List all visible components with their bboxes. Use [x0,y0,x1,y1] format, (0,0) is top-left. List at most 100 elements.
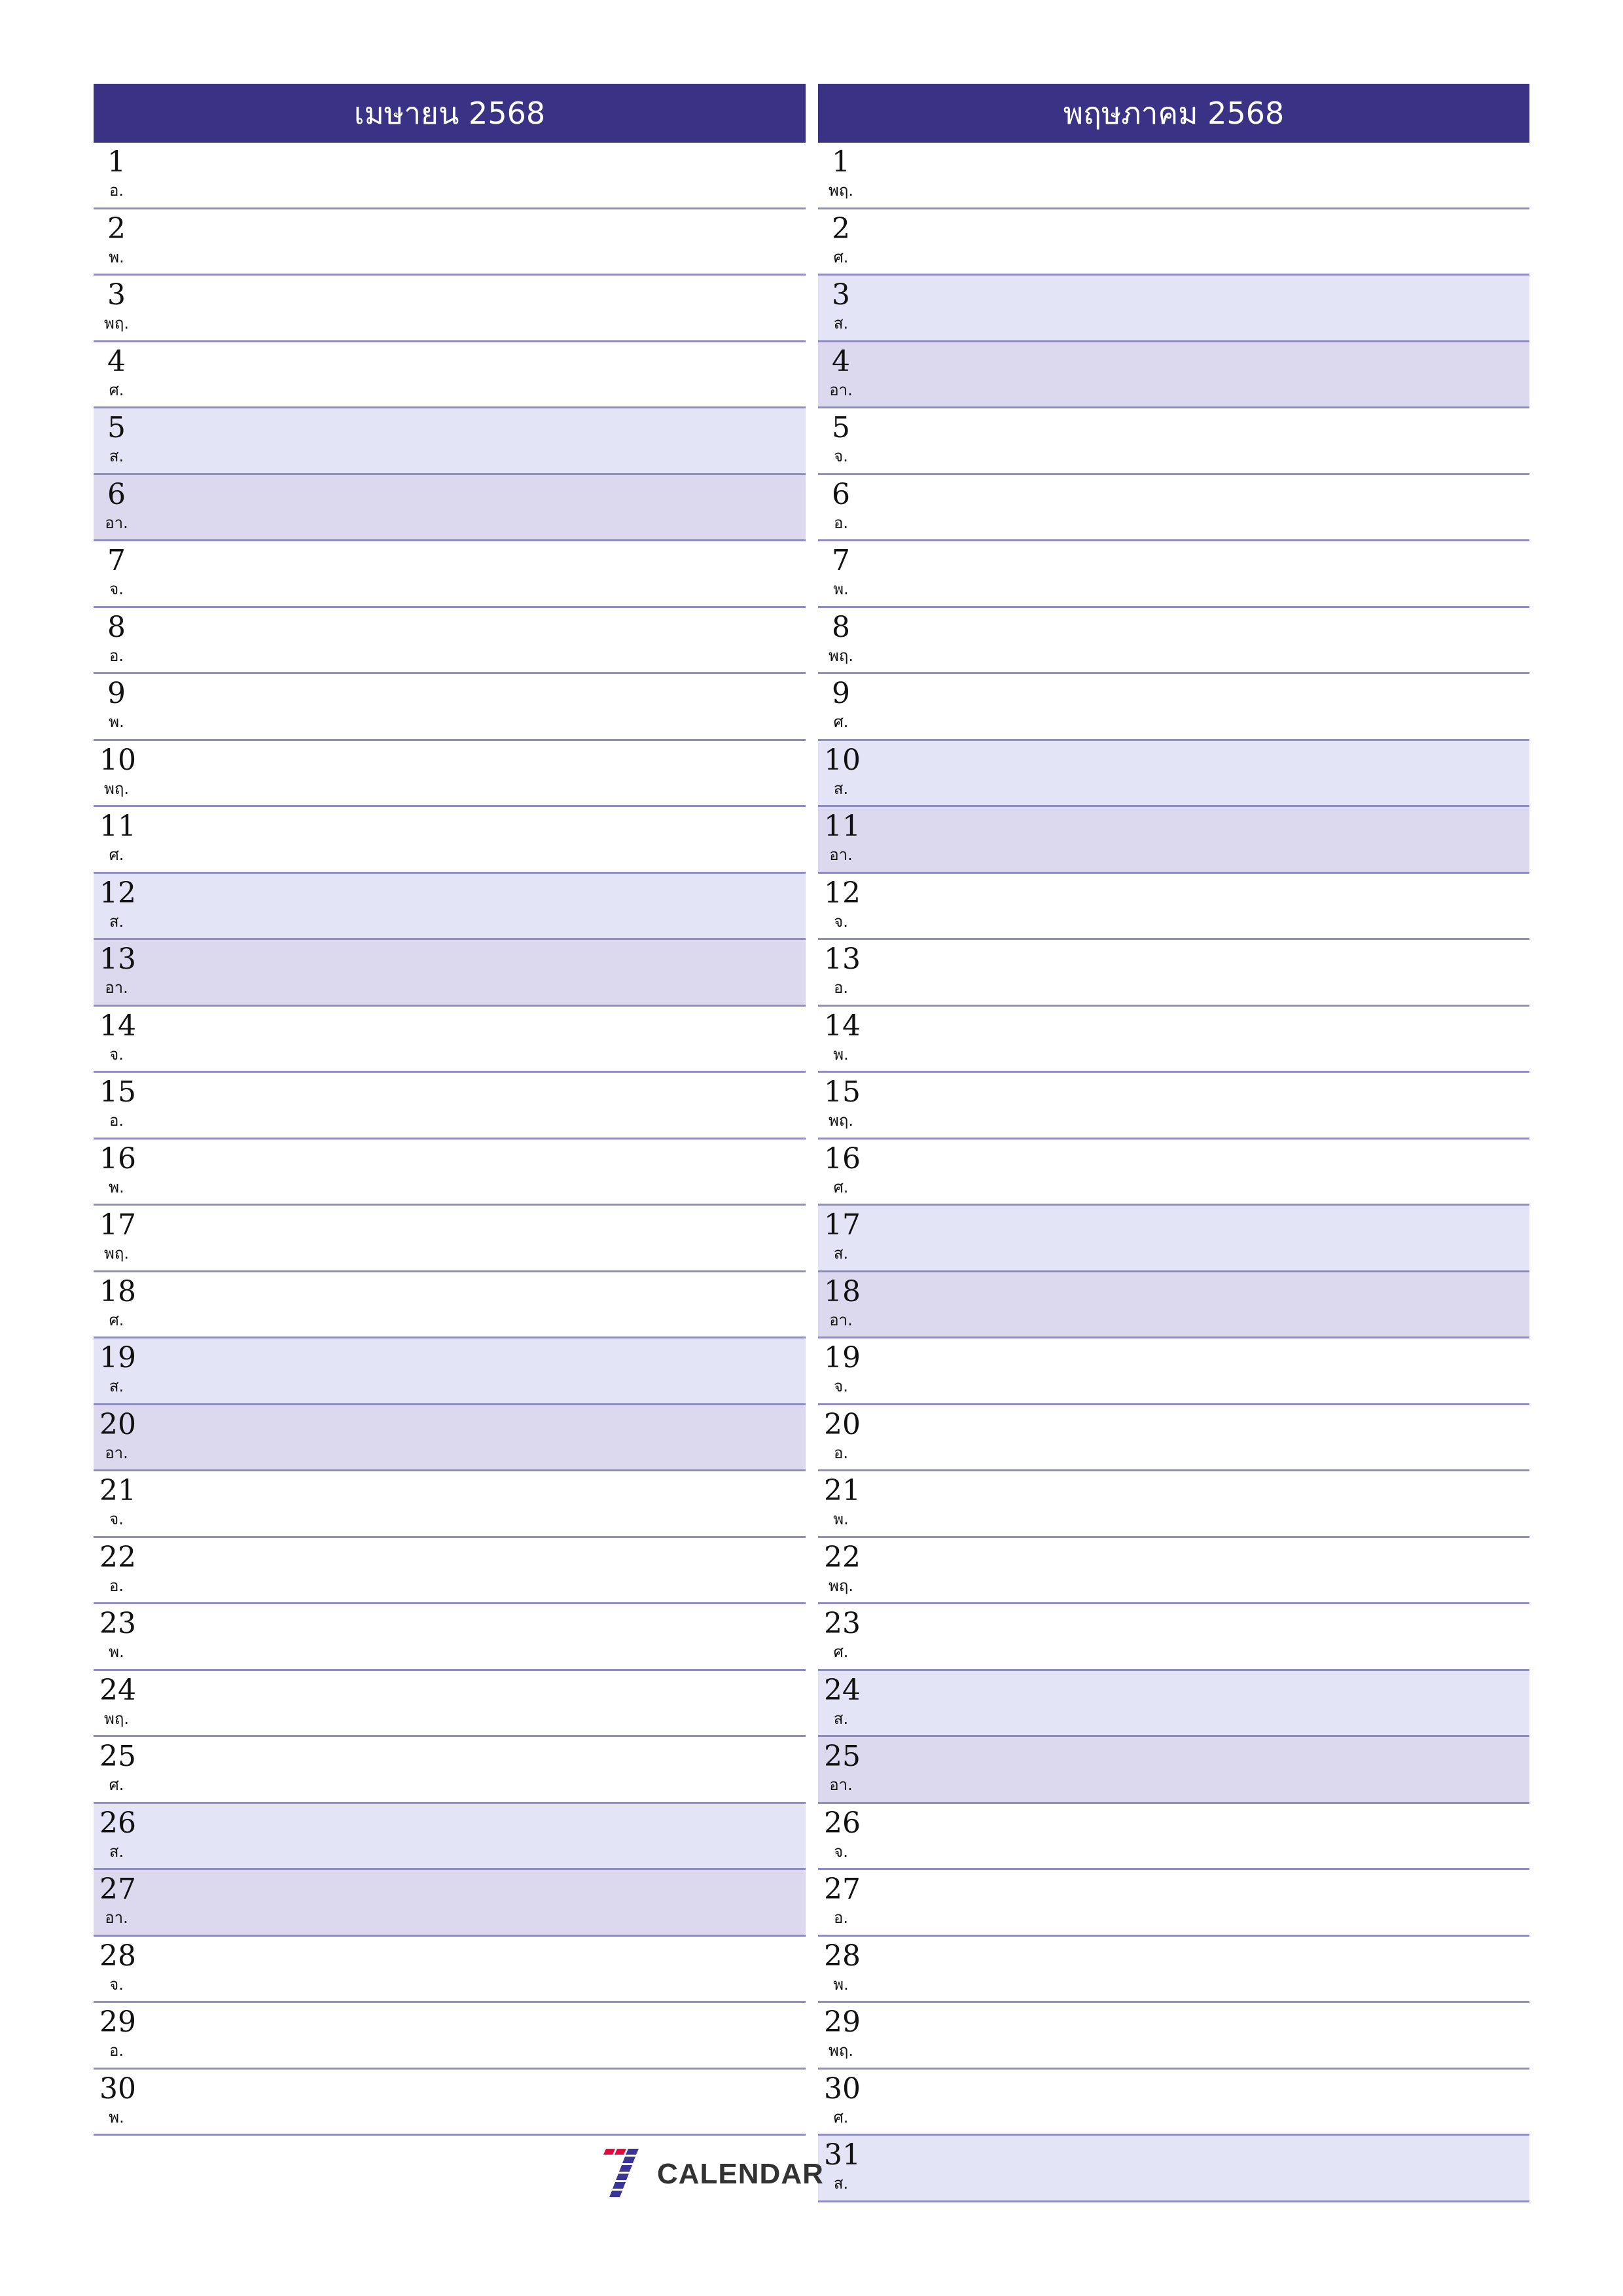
seven-icon [603,2149,639,2197]
day-cell: 25 อา. [824,1740,861,1796]
day-cell: 8 อ. [99,611,134,667]
day-row: 20 อา. [94,1405,806,1471]
day-list: 1 พฤ. 2 ศ. 3 ส. 4 อา. 5 จ. 6 อ. 7 พ. 8 พฤ. 9 ศ. 10 ส. 11 อา. 1… [818,143,1529,2202]
day-row: 14 พ. [818,1007,1529,1073]
weekday-label: พ. [109,247,124,266]
day-row: 22 อ. [94,1538,806,1604]
day-number: 27 [99,1873,136,1906]
day-number: 3 [107,278,126,312]
day-row: 16 ศ. [818,1139,1529,1206]
day-row: 19 ส. [94,1338,806,1405]
day-number: 28 [824,1939,861,1973]
day-number: 30 [824,2072,861,2106]
day-cell: 1 อ. [99,145,134,202]
day-row: 25 อา. [818,1737,1529,1804]
day-row: 12 ส. [94,873,806,940]
day-row: 17 พฤ. [94,1206,806,1272]
day-row: 8 อ. [94,608,806,674]
day-cell: 26 ส. [99,1806,136,1863]
day-cell: 21 พ. [824,1474,861,1530]
day-row: 21 พ. [818,1471,1529,1538]
weekday-label: อ. [833,978,849,997]
day-cell: 3 พฤ. [99,278,134,334]
day-cell: 12 จ. [824,876,861,933]
weekday-label: อ. [109,1111,124,1130]
weekday-label: อา. [105,978,128,997]
day-row: 4 อา. [818,342,1529,408]
day-cell: 29 อ. [99,2005,136,2062]
day-cell: 13 อา. [99,942,136,999]
day-number: 13 [824,942,861,976]
weekday-label: พ. [833,1045,849,1064]
day-number: 10 [824,743,861,777]
day-number: 2 [832,211,850,245]
day-row: 19 จ. [818,1338,1529,1405]
day-cell: 3 ส. [824,278,858,334]
day-row: 2 พ. [94,209,806,276]
day-cell: 12 ส. [99,876,136,933]
day-cell: 27 อ. [824,1873,861,1929]
weekday-label: จ. [834,1842,848,1861]
day-number: 10 [99,743,136,777]
day-number: 6 [107,477,126,511]
day-cell: 16 พ. [99,1141,136,1198]
weekday-label: อา. [105,1443,128,1462]
logo-blue-block [622,2157,635,2163]
weekday-label: พฤ. [104,779,129,798]
day-row: 7 พ. [818,541,1529,608]
weekday-label: ศ. [109,380,124,399]
day-cell: 13 อ. [824,942,861,999]
day-number: 24 [99,1673,136,1707]
day-row: 25 ศ. [94,1737,806,1804]
day-cell: 23 ศ. [824,1607,861,1663]
weekday-label: จ. [109,1510,124,1528]
weekday-label: อา. [829,380,853,399]
day-number: 30 [99,2072,136,2106]
day-number: 2 [107,211,126,245]
day-number: 22 [824,1540,861,1574]
day-row: 23 พ. [94,1604,806,1671]
day-row: 7 จ. [94,541,806,608]
day-cell: 6 อา. [99,478,134,534]
weekday-label: ส. [109,447,124,465]
day-row: 15 อ. [94,1073,806,1139]
month-title: เมษายน 2568 [353,95,546,131]
weekday-label: อ. [109,2041,124,2060]
day-cell: 24 พฤ. [99,1673,136,1730]
weekday-label: จ. [834,912,848,931]
day-cell: 29 พฤ. [824,2005,861,2062]
day-number: 23 [99,1607,136,1640]
day-cell: 7 จ. [99,544,134,600]
day-number: 26 [99,1806,136,1840]
day-row: 2 ศ. [818,209,1529,276]
day-cell: 5 ส. [99,411,134,467]
day-cell: 9 ศ. [824,677,858,733]
day-row: 20 อ. [818,1405,1529,1471]
day-number: 20 [824,1407,861,1441]
day-cell: 28 จ. [99,1939,136,1996]
day-cell: 23 พ. [99,1607,136,1663]
day-number: 14 [99,1009,136,1043]
weekday-label: ส. [109,1377,124,1395]
weekday-label: ส. [833,1709,849,1728]
logo-red-block [615,2149,626,2155]
logo-red-block [603,2149,615,2155]
day-number: 23 [824,1607,861,1640]
day-cell: 31 ส. [824,2138,861,2195]
day-row: 24 ส. [818,1670,1529,1737]
day-row: 4 ศ. [94,342,806,408]
day-number: 16 [99,1141,136,1175]
logo-blue-block [626,2149,639,2155]
day-row: 30 ศ. [818,2070,1529,2136]
day-cell: 18 ศ. [99,1275,136,1331]
day-number: 22 [99,1540,136,1574]
weekday-label: จ. [109,580,124,598]
day-cell: 15 อ. [99,1075,136,1132]
day-number: 6 [832,477,850,511]
logo-blue-block [609,2191,622,2197]
day-cell: 8 พฤ. [824,611,858,667]
day-row: 28 พ. [818,1937,1529,2003]
weekday-label: ศ. [109,1776,124,1794]
day-cell: 20 อ. [824,1407,861,1464]
month-april: เมษายน 2568 1 อ. 2 พ. 3 พฤ. 4 ศ. 5 ส. 6 อา. 7 จ. 8 อ. 9 พ… [94,84,806,2136]
